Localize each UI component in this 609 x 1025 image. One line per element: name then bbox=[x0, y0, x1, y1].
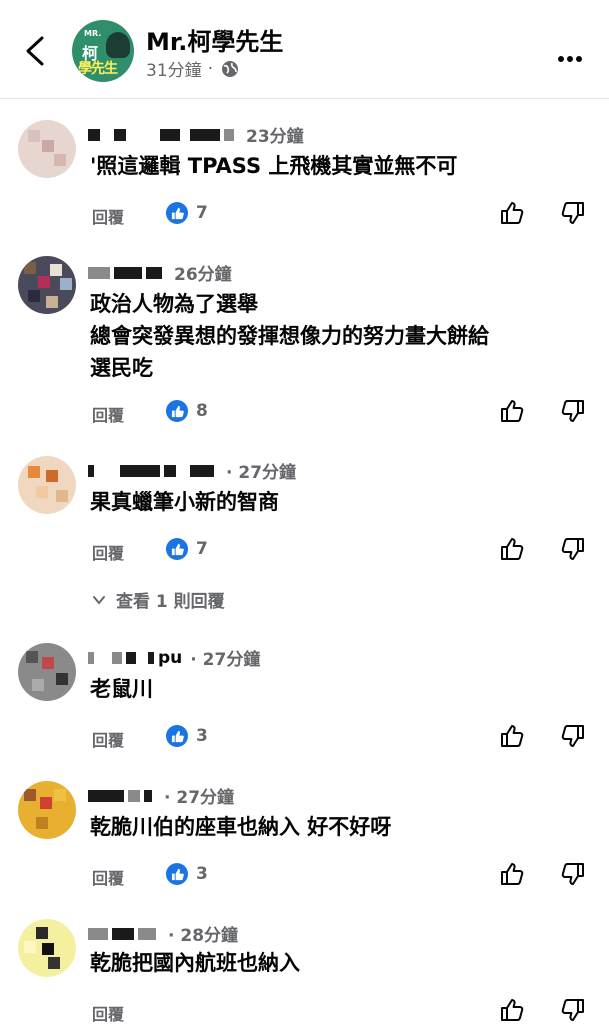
commenter-name-redacted[interactable]: pu · 27分鐘 bbox=[88, 645, 260, 670]
like-icon[interactable] bbox=[499, 861, 525, 887]
comment-time: 26分鐘 bbox=[174, 265, 232, 285]
page-avatar[interactable]: MR. 柯 學先生 bbox=[72, 20, 134, 82]
comment-line: 乾脆把國內航班也納入 bbox=[90, 951, 300, 975]
comment-text: 政治人物為了選舉 總會突發異想的發揮想像力的努力畫大餅給 選民吃 bbox=[90, 288, 489, 384]
comment-actions: 回覆 3 bbox=[92, 725, 592, 751]
comment-time: · 27分鐘 bbox=[226, 463, 297, 483]
like-count[interactable]: 3 bbox=[166, 863, 208, 885]
like-count-value: 7 bbox=[196, 539, 208, 559]
comment-time: · 27分鐘 bbox=[164, 788, 235, 808]
like-icon[interactable] bbox=[499, 723, 525, 749]
like-count-value: 7 bbox=[196, 203, 208, 223]
comment-actions: 回覆 7 bbox=[92, 538, 592, 564]
comment-time: · 27分鐘 bbox=[190, 650, 261, 670]
comment-actions: 回覆 bbox=[92, 999, 592, 1025]
like-icon[interactable] bbox=[499, 997, 525, 1023]
comment-actions: 回覆 7 bbox=[92, 202, 592, 228]
avatar-text-xue: 學先生 bbox=[78, 61, 118, 77]
comment-text: 乾脆川伯的座車也納入 好不好呀 bbox=[90, 811, 391, 843]
like-count[interactable]: 8 bbox=[166, 400, 208, 422]
comment-time: 23分鐘 bbox=[246, 127, 304, 147]
post-header: MR. 柯 學先生 Mr.柯學先生 31分鐘 · bbox=[0, 0, 609, 99]
like-count-value: 3 bbox=[196, 864, 208, 884]
reply-button[interactable]: 回覆 bbox=[92, 727, 124, 751]
like-count-value: 3 bbox=[196, 726, 208, 746]
comment-text: 乾脆把國內航班也納入 bbox=[90, 947, 300, 979]
dislike-icon[interactable] bbox=[560, 536, 586, 562]
commenter-avatar[interactable] bbox=[18, 643, 76, 701]
commenter-avatar[interactable] bbox=[18, 781, 76, 839]
comment-line: 選民吃 bbox=[90, 356, 153, 380]
reply-button[interactable]: 回覆 bbox=[92, 1001, 124, 1025]
like-count[interactable]: 7 bbox=[166, 538, 208, 560]
like-count[interactable]: 3 bbox=[166, 725, 208, 747]
like-icon bbox=[166, 400, 188, 422]
more-options-icon[interactable] bbox=[558, 47, 588, 62]
dislike-icon[interactable] bbox=[560, 200, 586, 226]
post-meta: 31分鐘 · bbox=[146, 56, 239, 81]
commenter-avatar[interactable] bbox=[18, 456, 76, 514]
like-icon bbox=[166, 725, 188, 747]
comment-time: · 28分鐘 bbox=[168, 926, 239, 946]
reply-button[interactable]: 回覆 bbox=[92, 540, 124, 564]
commenter-name-redacted[interactable]: 23分鐘 bbox=[88, 122, 304, 147]
view-replies-label: 查看 1 則回覆 bbox=[116, 592, 225, 612]
silhouette-icon bbox=[106, 32, 130, 58]
comment-line: 政治人物為了選舉 bbox=[90, 292, 258, 316]
reply-button[interactable]: 回覆 bbox=[92, 865, 124, 889]
comment-text: 果真蠟筆小新的智商 bbox=[90, 486, 279, 518]
reply-button[interactable]: 回覆 bbox=[92, 402, 124, 426]
page-name[interactable]: Mr.柯學先生 bbox=[146, 22, 283, 57]
globe-icon bbox=[222, 60, 239, 77]
commenter-name-redacted[interactable]: · 28分鐘 bbox=[88, 921, 238, 946]
comment-text: '照這邏輯 TPASS 上飛機其實並無不可 bbox=[90, 150, 457, 182]
comment-text: 老鼠川 bbox=[90, 673, 153, 705]
commenter-avatar[interactable] bbox=[18, 120, 76, 178]
like-icon bbox=[166, 863, 188, 885]
comment-actions: 回覆 8 bbox=[92, 400, 592, 426]
commenter-name-redacted[interactable]: 26分鐘 bbox=[88, 260, 232, 285]
meta-dot: · bbox=[207, 58, 214, 79]
back-chevron-icon[interactable] bbox=[22, 34, 50, 68]
post-time: 31分鐘 bbox=[146, 61, 202, 81]
like-count-value: 8 bbox=[196, 401, 208, 421]
commenter-avatar[interactable] bbox=[18, 256, 76, 314]
like-icon[interactable] bbox=[499, 398, 525, 424]
dislike-icon[interactable] bbox=[560, 997, 586, 1023]
like-icon bbox=[166, 202, 188, 224]
dislike-icon[interactable] bbox=[560, 723, 586, 749]
commenter-name-redacted[interactable]: · 27分鐘 bbox=[88, 458, 296, 483]
comment-line: 果真蠟筆小新的智商 bbox=[90, 490, 279, 514]
avatar-text-mr: MR. bbox=[84, 29, 102, 38]
chevron-down-icon bbox=[93, 595, 105, 605]
comment-actions: 回覆 3 bbox=[92, 863, 592, 889]
commenter-avatar[interactable] bbox=[18, 919, 76, 977]
commenter-name-suffix: pu bbox=[158, 647, 183, 668]
like-icon bbox=[166, 538, 188, 560]
like-icon[interactable] bbox=[499, 200, 525, 226]
comment-line: 總會突發異想的發揮想像力的努力畫大餅給 bbox=[90, 324, 489, 348]
dislike-icon[interactable] bbox=[560, 398, 586, 424]
dislike-icon[interactable] bbox=[560, 861, 586, 887]
commenter-name-redacted[interactable]: · 27分鐘 bbox=[88, 783, 234, 808]
like-count[interactable]: 7 bbox=[166, 202, 208, 224]
view-replies-button[interactable]: 查看 1 則回覆 bbox=[92, 587, 225, 612]
like-icon[interactable] bbox=[499, 536, 525, 562]
reply-button[interactable]: 回覆 bbox=[92, 204, 124, 228]
comment-line: '照這邏輯 TPASS 上飛機其實並無不可 bbox=[90, 154, 458, 178]
comment-line: 老鼠川 bbox=[90, 677, 153, 701]
comment-line: 乾脆川伯的座車也納入 好不好呀 bbox=[90, 815, 392, 839]
